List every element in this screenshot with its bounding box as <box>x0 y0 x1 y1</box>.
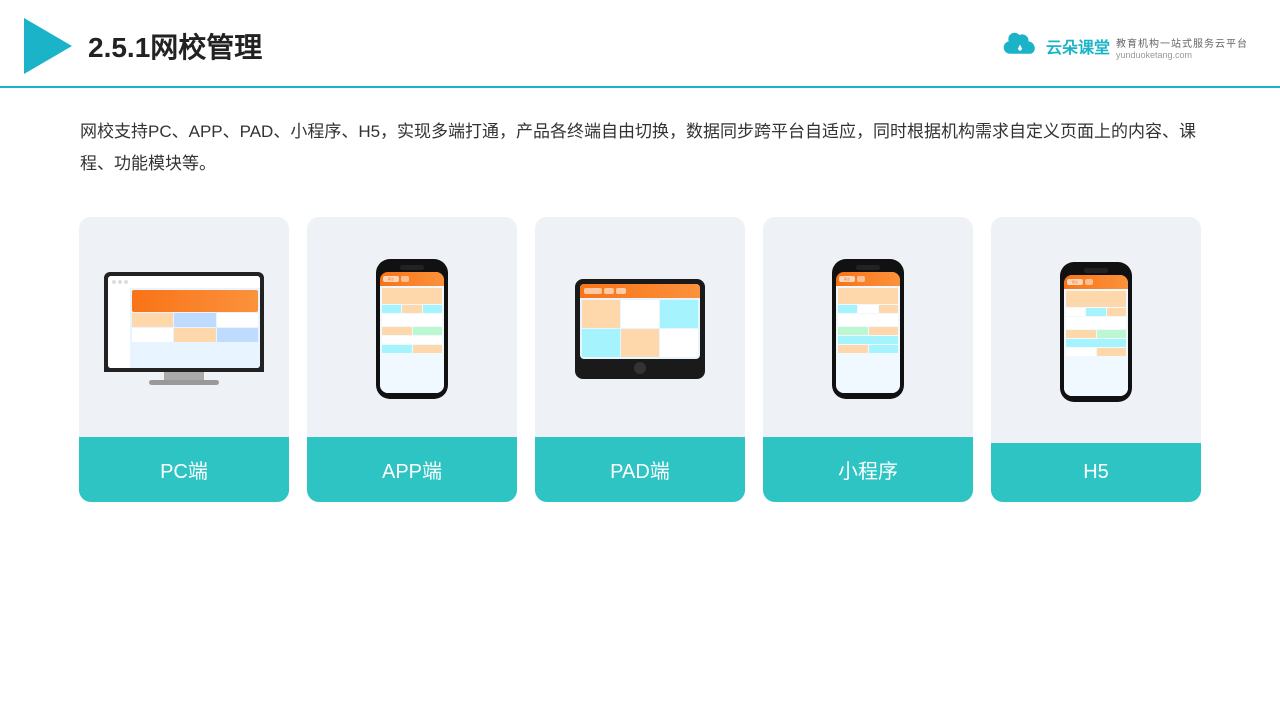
card-image-pad <box>535 217 745 437</box>
card-image-app: 职达 <box>307 217 517 437</box>
pc-mockup <box>104 272 264 385</box>
card-label-app: APP端 <box>307 437 517 502</box>
phone-mockup-miniapp: 职达 <box>832 259 904 399</box>
page-title: 2.5.1网校管理 <box>88 26 262 66</box>
brand-area: 云朵课堂 教育机构一站式服务云平台 yunduoketang.com <box>1000 32 1248 60</box>
card-label-pc: PC端 <box>79 437 289 502</box>
card-h5: 职达 <box>991 217 1201 502</box>
card-app: 职达 <box>307 217 517 502</box>
phone-mockup-h5: 职达 <box>1060 262 1132 402</box>
brand-url: yunduoketang.com <box>1116 50 1248 60</box>
phone-mockup-app: 职达 <box>376 259 448 399</box>
brand-logo: 云朵课堂 教育机构一站式服务云平台 yunduoketang.com <box>1000 32 1248 60</box>
card-label-miniapp: 小程序 <box>763 437 973 502</box>
logo-triangle-icon <box>24 18 72 74</box>
card-pad: PAD端 <box>535 217 745 502</box>
header: 2.5.1网校管理 云朵课堂 教育机构一站式服务云平台 yunduoketang… <box>0 0 1280 88</box>
card-image-h5: 职达 <box>991 217 1201 443</box>
card-image-miniapp: 职达 <box>763 217 973 437</box>
brand-tagline: 教育机构一站式服务云平台 <box>1116 35 1248 50</box>
card-pc: PC端 <box>79 217 289 502</box>
cards-container: PC端 职达 <box>0 181 1280 502</box>
card-label-h5: H5 <box>991 443 1201 502</box>
card-miniapp: 职达 <box>763 217 973 502</box>
brand-name: 云朵课堂 <box>1046 34 1110 58</box>
header-left: 2.5.1网校管理 <box>24 18 262 74</box>
tablet-mockup <box>575 279 705 379</box>
description-text: 网校支持PC、APP、PAD、小程序、H5，实现多端打通，产品各终端自由切换，数… <box>0 88 1280 181</box>
card-label-pad: PAD端 <box>535 437 745 502</box>
card-image-pc <box>79 217 289 437</box>
cloud-icon <box>1000 32 1040 60</box>
